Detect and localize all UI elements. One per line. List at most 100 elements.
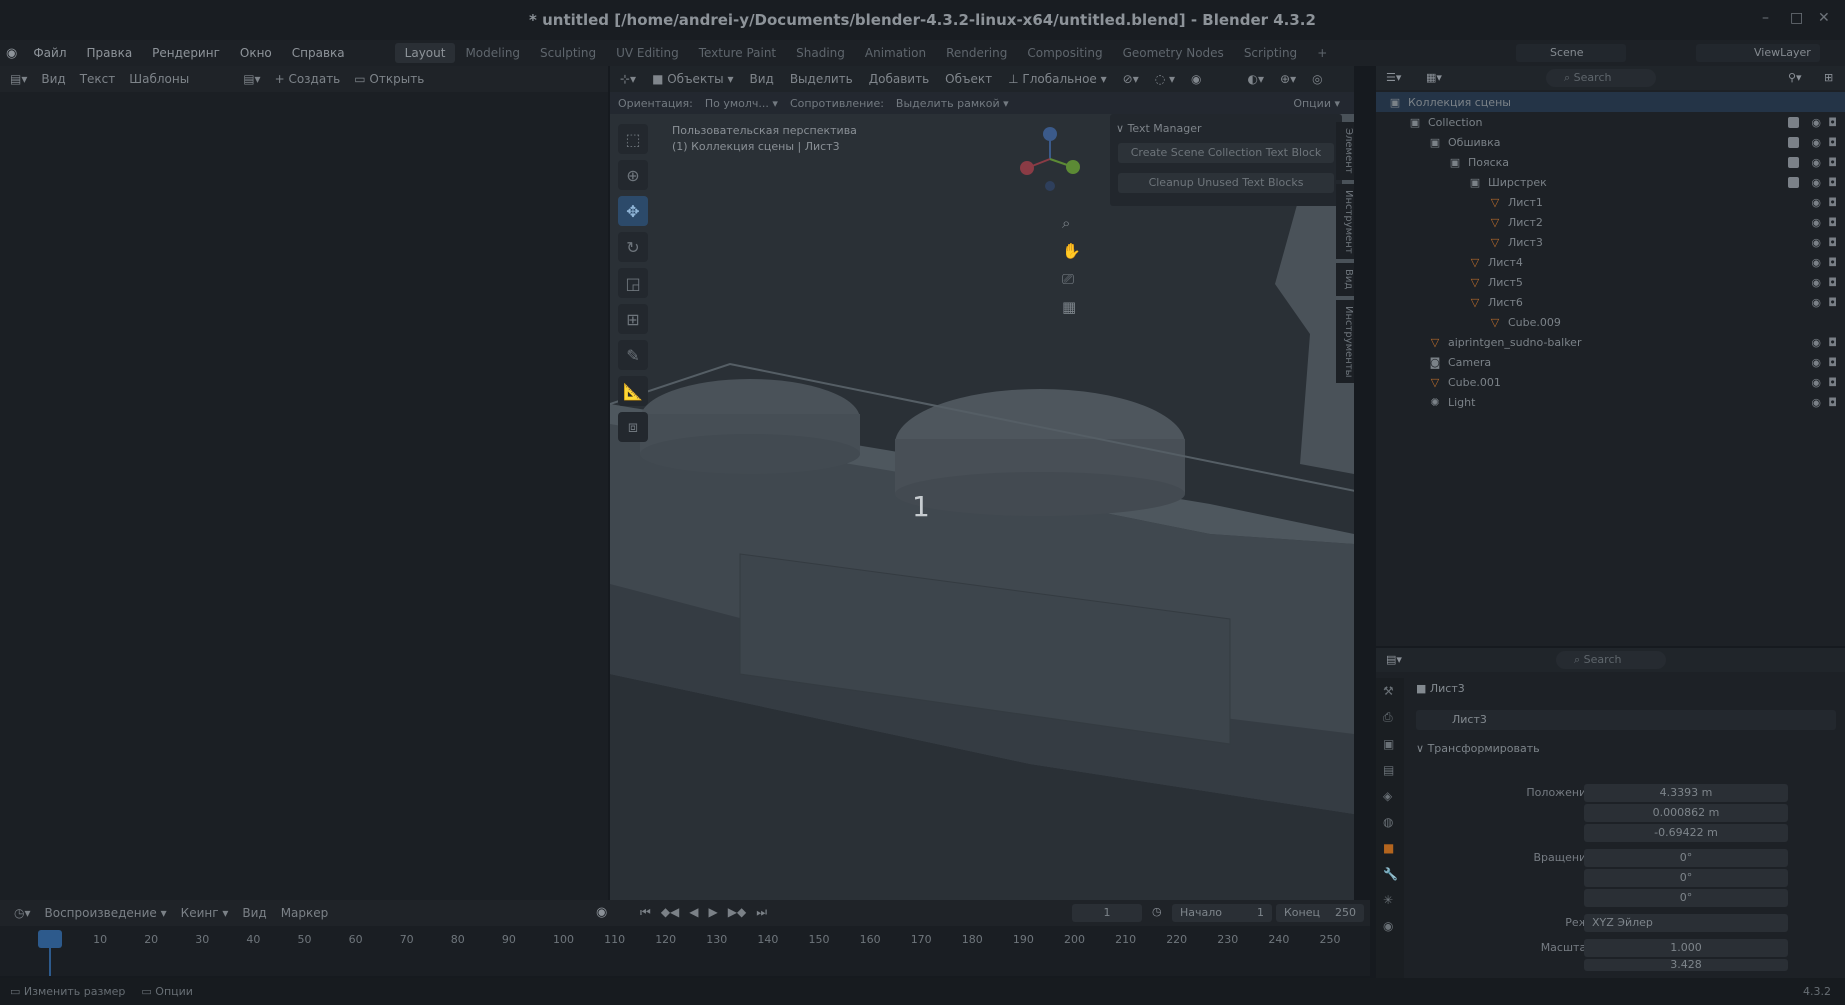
render-camera-icon[interactable]: ◘	[1828, 216, 1837, 229]
3d-viewport[interactable]: ⊹▾ ■ Объекты ▾ Вид Выделить Добавить Объ…	[610, 66, 1354, 900]
tab-tools[interactable]: Инструменты	[1336, 299, 1354, 384]
scale-x-field[interactable]: 1.000	[1584, 939, 1788, 957]
menu-edit[interactable]: Правка	[77, 46, 143, 60]
object-tab-icon[interactable]: ■	[1383, 841, 1397, 855]
cleanup-text-blocks-button[interactable]: Cleanup Unused Text Blocks	[1118, 173, 1334, 193]
tool-tab-icon[interactable]: ⚒	[1383, 684, 1397, 698]
outliner-row[interactable]: ▣ Ширстрек ◉ ◘	[1376, 172, 1845, 192]
outliner-row[interactable]: ▣ Обшивка ◉ ◘	[1376, 132, 1845, 152]
create-text-block-button[interactable]: Create Scene Collection Text Block	[1118, 143, 1334, 163]
text-browse-icon[interactable]: ▤▾	[243, 72, 260, 86]
render-camera-icon[interactable]: ◘	[1828, 136, 1837, 149]
vp-menu-select[interactable]: Выделить	[790, 72, 853, 86]
add-workspace-icon[interactable]: +	[1307, 43, 1337, 63]
text-new-button[interactable]: + Создать	[275, 72, 341, 86]
outliner-row[interactable]: ▣ Collection ◉ ◘	[1376, 112, 1845, 132]
physics-tab-icon[interactable]: ◉	[1383, 919, 1397, 933]
eye-icon[interactable]: ◉	[1811, 156, 1821, 169]
cursor-tool-icon[interactable]: ⊕	[618, 160, 648, 190]
menu-file[interactable]: Файл	[23, 46, 76, 60]
annotate-tool-icon[interactable]: ✎	[618, 340, 648, 370]
tab-sculpting[interactable]: Sculpting	[530, 43, 606, 63]
render-camera-icon[interactable]: ◘	[1828, 296, 1837, 309]
outliner-editor-icon[interactable]: ☰▾	[1386, 71, 1401, 84]
outliner-row[interactable]: ▣ Пояска ◉ ◘	[1376, 152, 1845, 172]
scale-tool-icon[interactable]: ◲	[618, 268, 648, 298]
eye-icon[interactable]: ◉	[1811, 216, 1821, 229]
filter-icon[interactable]: ⚲▾	[1788, 71, 1802, 84]
snap-icon[interactable]: ◌ ▾	[1155, 72, 1175, 86]
drag-dropdown[interactable]: Выделить рамкой ▾	[896, 97, 1009, 110]
zoom-icon[interactable]: ⌕	[1062, 214, 1081, 232]
proportional-icon[interactable]: ◉	[1191, 72, 1201, 86]
viewport-editor-icon[interactable]: ⊹▾	[620, 72, 636, 86]
exclude-checkbox[interactable]	[1788, 156, 1799, 168]
object-name-field[interactable]: Лист3	[1416, 710, 1836, 730]
minimize-icon[interactable]: –	[1762, 10, 1769, 26]
outliner-row[interactable]: ▽ Cube.001 ◉ ◘	[1376, 372, 1845, 392]
exclude-checkbox[interactable]	[1788, 176, 1799, 188]
viewlayer-selector[interactable]: ViewLayer	[1696, 44, 1820, 62]
rotation-z-field[interactable]: 0°	[1584, 889, 1788, 907]
measure-tool-icon[interactable]: 📐	[618, 376, 648, 406]
ortho-grid-icon[interactable]: ▦	[1062, 298, 1081, 316]
tab-view[interactable]: Вид	[1336, 263, 1354, 296]
eye-icon[interactable]: ◉	[1811, 276, 1821, 289]
pan-hand-icon[interactable]: ✋	[1062, 242, 1081, 260]
eye-icon[interactable]: ◉	[1811, 296, 1821, 309]
output-tab-icon[interactable]: ▣	[1383, 737, 1397, 751]
render-camera-icon[interactable]: ◘	[1828, 236, 1837, 249]
render-camera-icon[interactable]: ◘	[1828, 156, 1837, 169]
location-x-field[interactable]: 4.3393 m	[1584, 784, 1788, 802]
outliner-row[interactable]: ✺ Light ◉ ◘	[1376, 392, 1845, 412]
properties-editor-icon[interactable]: ▤▾	[1386, 653, 1402, 666]
maximize-icon[interactable]: □	[1790, 10, 1803, 26]
visibility-icon[interactable]: ◐▾	[1248, 72, 1265, 86]
outliner-row[interactable]: ◙ Camera ◉ ◘	[1376, 352, 1845, 372]
modifier-tab-icon[interactable]: 🔧	[1383, 867, 1398, 881]
transform-orientation[interactable]: ⊥ Глобальное ▾	[1008, 72, 1107, 86]
text-menu-view[interactable]: Вид	[41, 72, 65, 86]
eye-icon[interactable]: ◉	[1811, 396, 1821, 409]
vp-menu-object[interactable]: Объект	[945, 72, 992, 86]
close-icon[interactable]: ✕	[1818, 10, 1830, 26]
particles-tab-icon[interactable]: ✳	[1383, 893, 1397, 907]
move-tool-icon[interactable]: ✥	[618, 196, 648, 226]
eye-icon[interactable]: ◉	[1811, 136, 1821, 149]
render-camera-icon[interactable]: ◘	[1828, 336, 1837, 349]
view-layer-tab-icon[interactable]: ▤	[1383, 763, 1397, 777]
vp-menu-view[interactable]: Вид	[750, 72, 774, 86]
text-open-button[interactable]: ▭ Открыть	[354, 72, 424, 86]
text-editor-area[interactable]	[0, 92, 608, 900]
menu-help[interactable]: Справка	[282, 46, 355, 60]
render-camera-icon[interactable]: ◘	[1828, 196, 1837, 209]
eye-icon[interactable]: ◉	[1811, 176, 1821, 189]
render-camera-icon[interactable]: ◘	[1828, 376, 1837, 389]
menu-render[interactable]: Рендеринг	[142, 46, 230, 60]
outliner-row[interactable]: ▽ Лист3 ◉ ◘	[1376, 232, 1845, 252]
select-box-tool-icon[interactable]: ⬚	[618, 124, 648, 154]
location-y-field[interactable]: 0.000862 m	[1584, 804, 1788, 822]
text-menu-text[interactable]: Текст	[80, 72, 116, 86]
eye-icon[interactable]: ◉	[1811, 256, 1821, 269]
eye-icon[interactable]: ◉	[1811, 356, 1821, 369]
editor-type-icon[interactable]: ▤▾	[10, 72, 27, 86]
tab-layout[interactable]: Layout	[394, 43, 456, 63]
frame-ruler[interactable]: 1102030405060708090100110120130140150160…	[0, 900, 1370, 976]
render-tab-icon[interactable]: ⎙	[1383, 710, 1397, 725]
ship-model[interactable]	[610, 114, 1354, 900]
orientation-dropdown[interactable]: По умолч... ▾	[705, 97, 778, 110]
options-dropdown[interactable]: Опции ▾	[1293, 97, 1340, 110]
mode-selector[interactable]: ■ Объекты ▾	[652, 72, 733, 86]
render-camera-icon[interactable]: ◘	[1828, 176, 1837, 189]
menu-window[interactable]: Окно	[230, 46, 282, 60]
overlay-icon[interactable]: ◎	[1312, 72, 1322, 86]
tab-rendering[interactable]: Rendering	[936, 43, 1017, 63]
blender-logo-icon[interactable]: ◉	[6, 46, 17, 61]
eye-icon[interactable]: ◉	[1811, 196, 1821, 209]
render-camera-icon[interactable]: ◘	[1828, 396, 1837, 409]
properties-search-input[interactable]: ⌕ Search	[1556, 651, 1666, 669]
navigation-gizmo[interactable]	[1005, 124, 1095, 194]
outliner-search-input[interactable]: ⌕ Search	[1546, 69, 1656, 87]
tab-animation[interactable]: Animation	[855, 43, 936, 63]
